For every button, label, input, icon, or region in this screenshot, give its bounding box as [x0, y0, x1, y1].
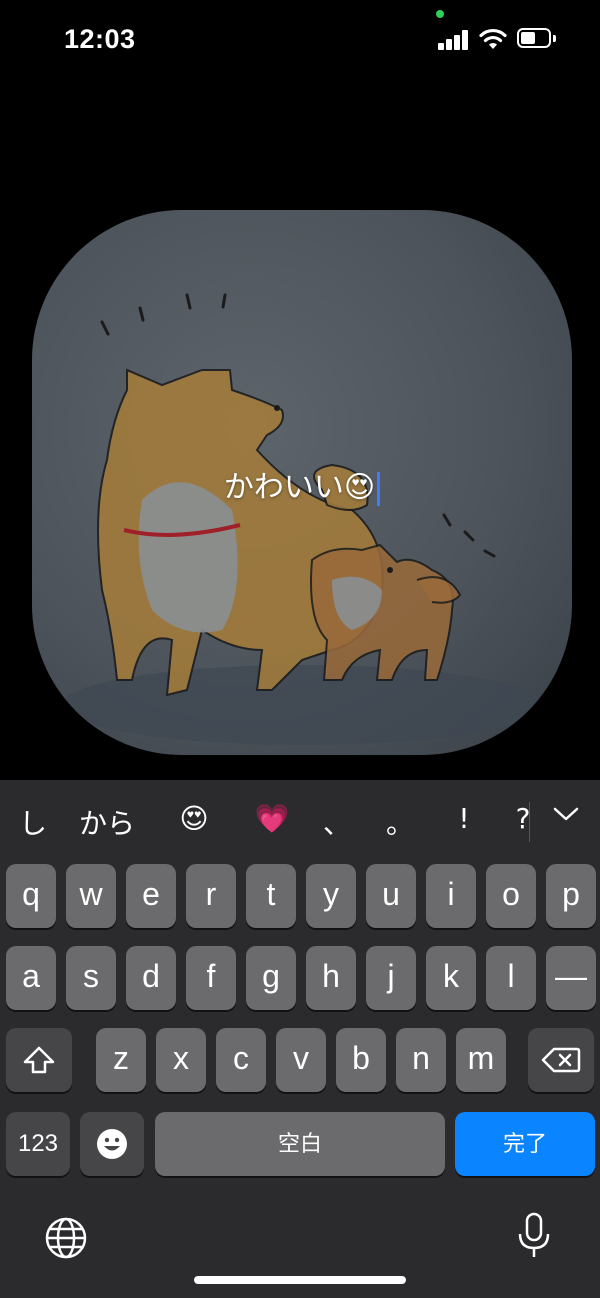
suggestion-item[interactable]: から: [72, 802, 142, 842]
chevron-down-icon[interactable]: [552, 804, 580, 828]
delete-key[interactable]: [528, 1028, 594, 1092]
key-o[interactable]: o: [486, 864, 536, 928]
suggestion-bar: し から 😍 💗 、 。 ! ?: [0, 780, 600, 862]
mic-icon[interactable]: [516, 1212, 552, 1264]
key-u[interactable]: u: [366, 864, 416, 928]
key-a[interactable]: a: [6, 946, 56, 1010]
suggestion-item[interactable]: 。: [385, 802, 415, 842]
key-f[interactable]: f: [186, 946, 236, 1010]
shift-key[interactable]: [6, 1028, 72, 1092]
key-l[interactable]: l: [486, 946, 536, 1010]
caption-text[interactable]: かわいい😍: [32, 462, 572, 506]
wifi-icon: [478, 27, 508, 55]
key-y[interactable]: y: [306, 864, 356, 928]
battery-icon: [517, 28, 557, 50]
key-m[interactable]: m: [456, 1028, 506, 1092]
suggestion-item[interactable]: 、: [322, 802, 352, 842]
key-p[interactable]: p: [546, 864, 596, 928]
key-h[interactable]: h: [306, 946, 356, 1010]
key-c[interactable]: c: [216, 1028, 266, 1092]
key-w[interactable]: w: [66, 864, 116, 928]
key-z[interactable]: z: [96, 1028, 146, 1092]
suggestion-item[interactable]: ?: [508, 802, 538, 835]
suggestion-divider: [529, 802, 530, 842]
photo-preview[interactable]: かわいい😍: [32, 210, 572, 755]
key-dash[interactable]: —: [546, 946, 596, 1010]
done-key[interactable]: 完了: [455, 1112, 595, 1176]
home-indicator[interactable]: [194, 1276, 406, 1284]
key-s[interactable]: s: [66, 946, 116, 1010]
key-j[interactable]: j: [366, 946, 416, 1010]
key-k[interactable]: k: [426, 946, 476, 1010]
key-i[interactable]: i: [426, 864, 476, 928]
key-g[interactable]: g: [246, 946, 296, 1010]
suggestion-item[interactable]: 😍: [172, 802, 216, 835]
emoji-key[interactable]: [80, 1112, 144, 1176]
numbers-key[interactable]: 123: [6, 1112, 70, 1176]
key-r[interactable]: r: [186, 864, 236, 928]
shift-icon: [23, 1046, 55, 1074]
signal-icon: [438, 30, 470, 50]
suggestion-item[interactable]: 💗: [250, 802, 294, 835]
status-bar: 12:03: [0, 0, 600, 80]
key-b[interactable]: b: [336, 1028, 386, 1092]
key-d[interactable]: d: [126, 946, 176, 1010]
key-e[interactable]: e: [126, 864, 176, 928]
key-n[interactable]: n: [396, 1028, 446, 1092]
globe-icon[interactable]: [44, 1216, 88, 1264]
key-q[interactable]: q: [6, 864, 56, 928]
delete-icon: [541, 1047, 581, 1073]
key-v[interactable]: v: [276, 1028, 326, 1092]
status-time: 12:03: [64, 24, 136, 54]
text-cursor: [377, 471, 381, 506]
suggestion-item[interactable]: し: [18, 802, 48, 842]
mic-indicator-icon: [436, 10, 444, 18]
suggestion-item[interactable]: !: [449, 802, 479, 835]
key-x[interactable]: x: [156, 1028, 206, 1092]
emoji-icon: [97, 1129, 127, 1159]
space-key[interactable]: 空白: [155, 1112, 445, 1176]
key-t[interactable]: t: [246, 864, 296, 928]
